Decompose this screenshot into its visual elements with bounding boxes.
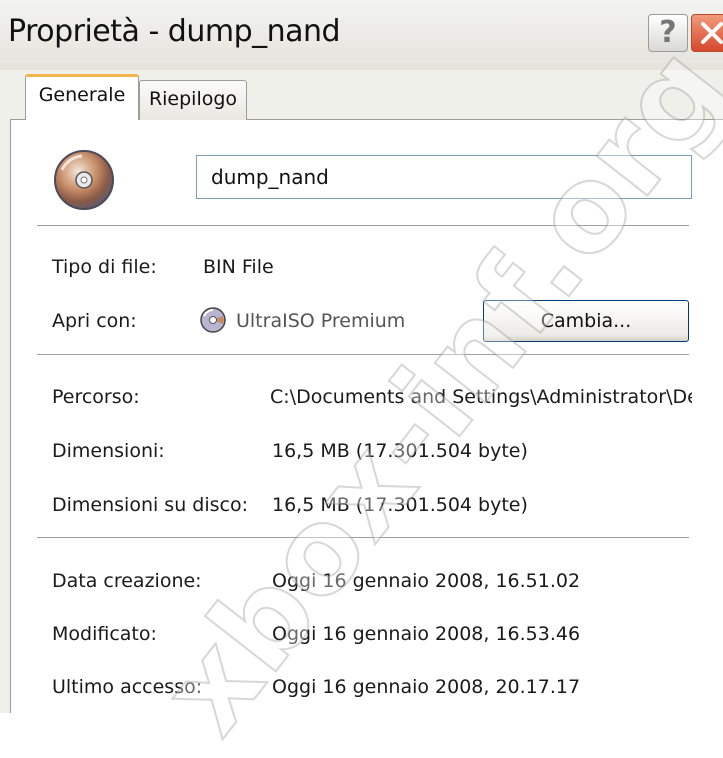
file-type-label: Tipo di file: xyxy=(52,256,157,278)
question-icon: ? xyxy=(659,15,677,50)
tab-generale[interactable]: Generale xyxy=(25,74,139,120)
help-button[interactable]: ? xyxy=(648,14,688,52)
separator xyxy=(37,225,689,227)
path-value-container: C:\Documents and Settings\Administrator\… xyxy=(270,384,692,412)
file-type-value: BIN File xyxy=(203,256,274,278)
modified-value: Oggi 16 gennaio 2008, 16.53.46 xyxy=(272,623,581,645)
file-name-input[interactable]: dump_nand xyxy=(196,155,692,199)
tab-riepilogo[interactable]: Riepilogo xyxy=(139,80,247,120)
size-value: 16,5 MB (17.301.504 byte) xyxy=(272,440,528,462)
path-value: C:\Documents and Settings\Administrator\… xyxy=(270,386,692,408)
size-label: Dimensioni: xyxy=(52,440,165,462)
change-button[interactable]: Cambia... xyxy=(483,300,689,342)
window-title: Proprietà - dump_nand xyxy=(8,14,341,49)
open-with-label: Apri con: xyxy=(52,310,137,332)
close-button[interactable] xyxy=(691,14,723,52)
title-bar[interactable]: Proprietà - dump_nand ? xyxy=(0,0,723,71)
ultraiso-icon xyxy=(200,307,226,333)
dialog-left-edge xyxy=(0,70,10,713)
accessed-label: Ultimo accesso: xyxy=(52,676,203,698)
size-on-disk-label: Dimensioni su disco: xyxy=(52,494,249,516)
created-value: Oggi 16 gennaio 2008, 16.51.02 xyxy=(272,570,581,592)
accessed-value: Oggi 16 gennaio 2008, 20.17.17 xyxy=(272,676,581,698)
close-icon xyxy=(701,22,723,44)
open-with-value: UltraISO Premium xyxy=(236,310,406,332)
separator xyxy=(37,354,689,356)
separator xyxy=(37,537,689,539)
size-on-disk-value: 16,5 MB (17.301.504 byte) xyxy=(272,494,528,516)
disc-icon xyxy=(54,150,114,210)
modified-label: Modificato: xyxy=(52,623,157,645)
created-label: Data creazione: xyxy=(52,570,202,592)
path-label: Percorso: xyxy=(52,386,140,408)
